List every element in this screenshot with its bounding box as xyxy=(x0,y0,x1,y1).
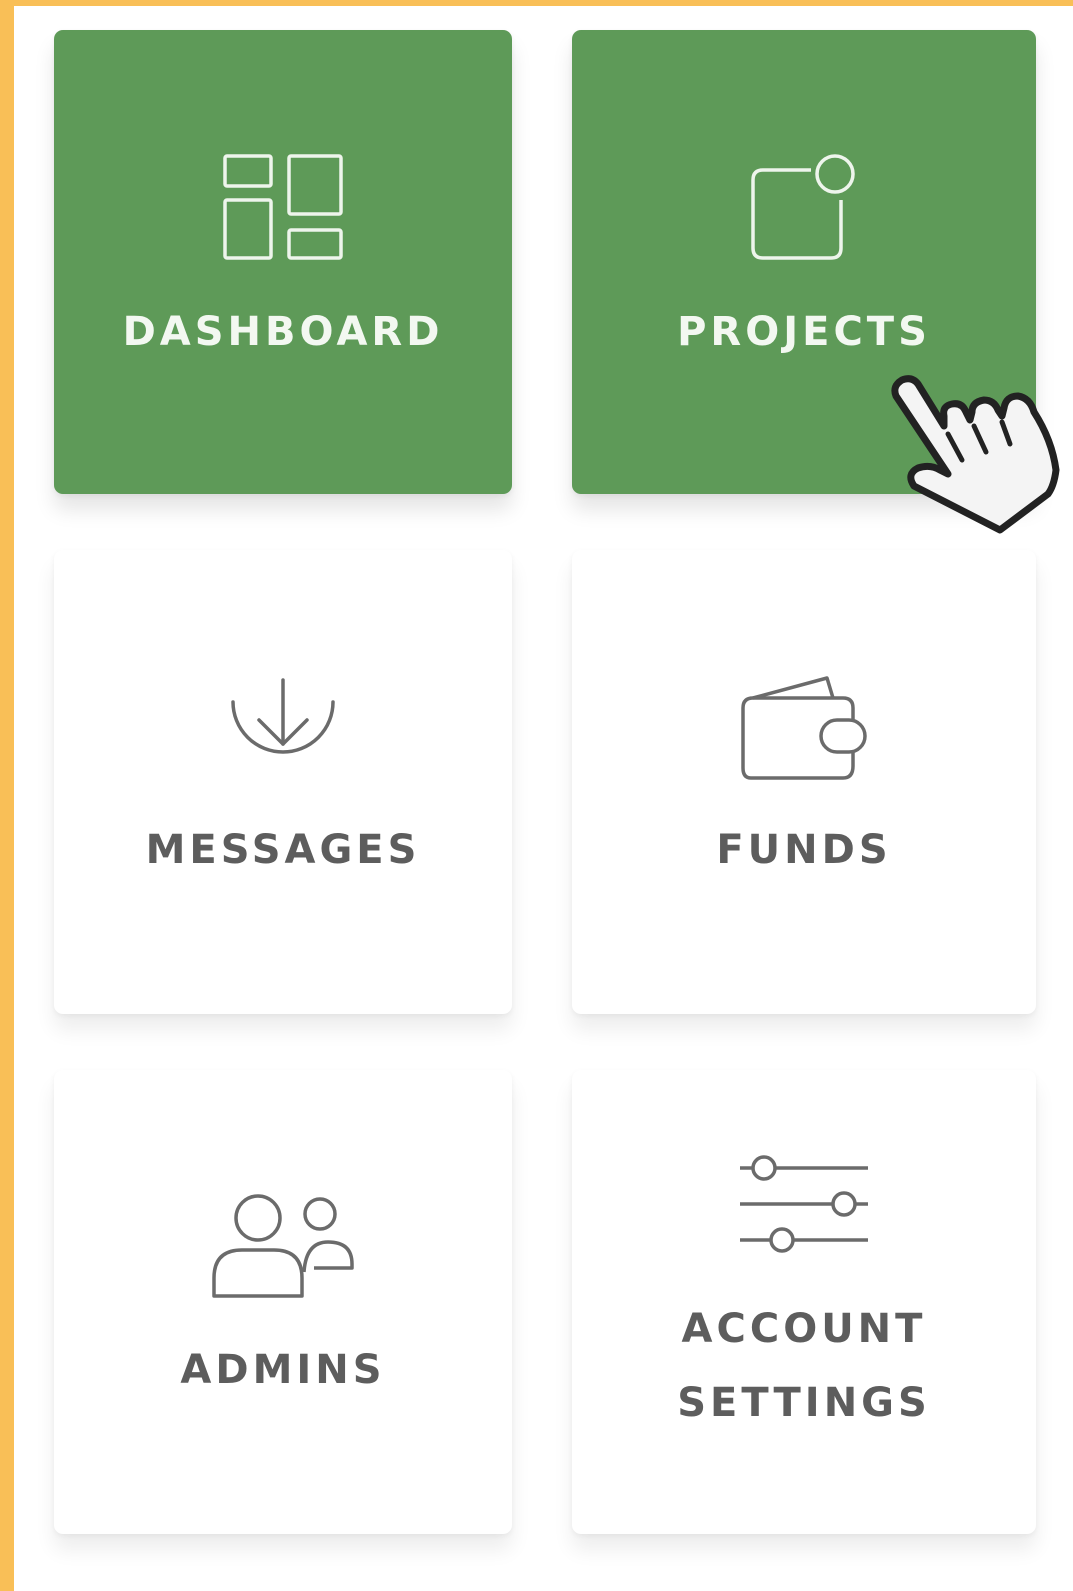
menu-tile-label: MESSAGES xyxy=(145,827,421,873)
wallet-icon xyxy=(741,676,867,780)
menu-tile-account-settings[interactable]: ACCOUNT SETTINGS xyxy=(572,1070,1036,1534)
hand-pointer-icon xyxy=(891,375,1060,534)
menu-tile-label: PROJECTS xyxy=(677,309,931,355)
menu-tile-dashboard[interactable]: DASHBOARD xyxy=(54,30,512,494)
menu-tile-label: ADMINS xyxy=(180,1347,386,1393)
users-icon xyxy=(212,1194,354,1298)
download-icon xyxy=(231,678,335,754)
menu-tile-label: DASHBOARD xyxy=(122,309,444,355)
menu-tile-admins[interactable]: ADMINS xyxy=(54,1070,512,1534)
frame-left xyxy=(0,0,14,1591)
sliders-icon xyxy=(740,1155,868,1253)
menu-tile-label: ACCOUNT SETTINGS xyxy=(677,1306,931,1426)
dashboard-icon xyxy=(223,154,343,260)
menu-tile-label: FUNDS xyxy=(716,827,892,873)
frame-top xyxy=(0,0,1073,6)
menu-tile-messages[interactable]: MESSAGES xyxy=(54,550,512,1014)
menu-tile-funds[interactable]: FUNDS xyxy=(572,550,1036,1014)
project-icon xyxy=(751,154,855,260)
